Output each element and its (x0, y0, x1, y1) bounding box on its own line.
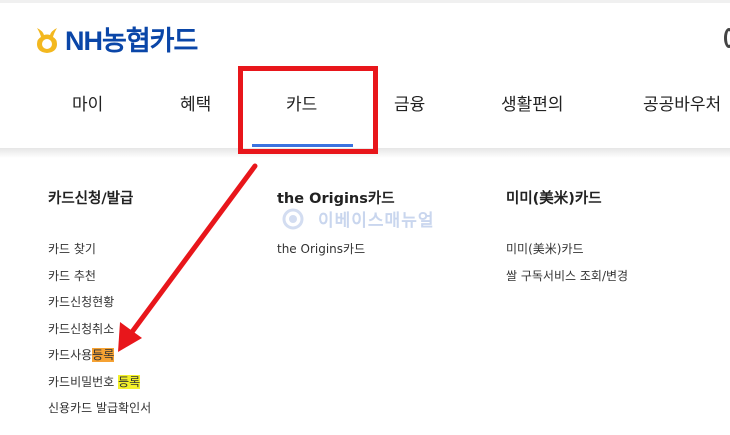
highlight-register-orange: 등록 (92, 348, 115, 362)
logo-text: NH농협카드 (65, 26, 198, 56)
menu-title-card-application: 카드신청/발급 (48, 191, 134, 207)
menu-title-mimi-card: 미미(美米)카드 (506, 191, 602, 207)
link-card-search[interactable]: 카드 찾기 (48, 236, 151, 263)
highlight-register-yellow: 등록 (118, 374, 141, 389)
tab-3[interactable]: 금융 (394, 90, 425, 120)
search-icon[interactable] (724, 28, 730, 48)
tab-5[interactable]: 공공바우처 (643, 90, 721, 120)
nh-logo-icon (37, 28, 57, 53)
menu-column-origins-card: the Origins카드 the Origins카드 (277, 190, 395, 263)
link-rice-subscription[interactable]: 쌀 구독서비스 조회/변경 (506, 263, 628, 290)
link-card-password-label: 카드비밀번호 (48, 374, 119, 389)
link-card-recommend[interactable]: 카드 추천 (48, 263, 151, 290)
nh-card-logo[interactable]: NH농협카드 (33, 24, 198, 58)
link-origins-card[interactable]: the Origins카드 (277, 236, 395, 263)
annotation-highlight-box (238, 66, 378, 154)
link-card-usage-register[interactable]: 카드사용등록 (48, 342, 151, 369)
link-credit-card-certificate[interactable]: 신용카드 발급확인서 (48, 395, 151, 422)
tab-1[interactable]: 혜택 (180, 90, 211, 120)
top-edge (0, 0, 730, 3)
link-application-status[interactable]: 카드신청현황 (48, 289, 151, 316)
menu-column-card-application: 카드신청/발급 카드 찾기 카드 추천 카드신청현황 카드신청취소 카드사용등록… (48, 190, 151, 422)
tab-4[interactable]: 생활편의 (501, 90, 564, 120)
menu-column-mimi-card: 미미(美米)카드 미미(美米)카드 쌀 구독서비스 조회/변경 (506, 190, 628, 289)
link-mimi-card[interactable]: 미미(美米)카드 (506, 236, 628, 263)
menu-title-origins-card: the Origins카드 (277, 191, 395, 207)
link-application-cancel[interactable]: 카드신청취소 (48, 316, 151, 343)
link-card-password-register[interactable]: 카드비밀번호 등록 (48, 369, 151, 396)
tab-0[interactable]: 마이 (72, 90, 103, 120)
link-card-usage-label: 카드사용 (48, 348, 93, 362)
